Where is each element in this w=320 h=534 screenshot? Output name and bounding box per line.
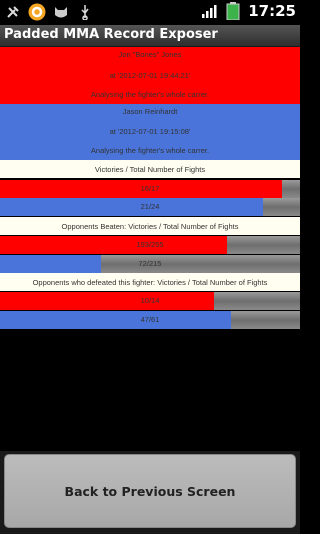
progress-bar-fighter2-defeated-by: 47/61	[0, 311, 300, 329]
bar-label: 193/255	[136, 240, 164, 249]
usb-icon	[76, 3, 94, 21]
bar-label: 72/215	[138, 259, 162, 268]
section-header-text: Opponents Beaten: Victories / Total Numb…	[61, 222, 239, 231]
fighter1-info: Jon "Bones" Jones at '2012-07-01 19:44:2…	[0, 47, 300, 104]
fighter2-status: Analysing the fighter's whole carrer.	[90, 146, 210, 155]
bar-label: 16/17	[140, 184, 160, 193]
bar-label: 10/14	[140, 296, 160, 305]
clock: 17:25	[248, 2, 296, 20]
cat-icon	[52, 3, 70, 21]
fighter2-name: Jason Reinhardt	[122, 107, 178, 116]
progress-bar-fighter2-opponents-beaten: 72/215	[0, 255, 300, 273]
progress-bar-fighter1-defeated-by: 10/14	[0, 292, 300, 310]
notification-icons	[4, 3, 94, 21]
bar-label: 21/24	[140, 202, 160, 211]
app-title-bar: Padded MMA Record Exposer	[0, 25, 300, 47]
fighter1-status: Analysing the fighter's whole carrer.	[90, 90, 210, 99]
progress-bar-fighter1-opponents-beaten: 193/255	[0, 236, 300, 254]
progress-bar-fighter2-victories: 21/24	[0, 198, 300, 216]
fighter1-name: Jon "Bones" Jones	[118, 50, 182, 59]
status-bar: 17:25	[0, 0, 300, 25]
fighter2-timestamp: at '2012-07-01 19:15:08'	[109, 127, 191, 136]
back-button[interactable]: Back to Previous Screen	[4, 454, 296, 528]
section-header-opponents-beaten: Opponents Beaten: Victories / Total Numb…	[0, 217, 300, 235]
app-icon	[28, 3, 46, 21]
battery-icon	[224, 2, 242, 20]
back-button-label: Back to Previous Screen	[64, 483, 236, 499]
app-title: Padded MMA Record Exposer	[4, 27, 218, 42]
settings-tools-icon	[4, 3, 22, 21]
fighter1-timestamp: at '2012-07-01 19:44:21'	[109, 71, 191, 80]
section-header-text: Opponents who defeated this fighter: Vic…	[32, 278, 268, 287]
signal-icon	[200, 2, 218, 20]
section-header-text: Victories / Total Number of Fights	[94, 165, 206, 174]
section-header-opponents-defeated-by: Opponents who defeated this fighter: Vic…	[0, 273, 300, 291]
section-header-victories: Victories / Total Number of Fights	[0, 160, 300, 178]
progress-bar-fighter1-victories: 16/17	[0, 180, 300, 198]
fighter2-info: Jason Reinhardt at '2012-07-01 19:15:08'…	[0, 104, 300, 160]
bar-label: 47/61	[140, 315, 160, 324]
